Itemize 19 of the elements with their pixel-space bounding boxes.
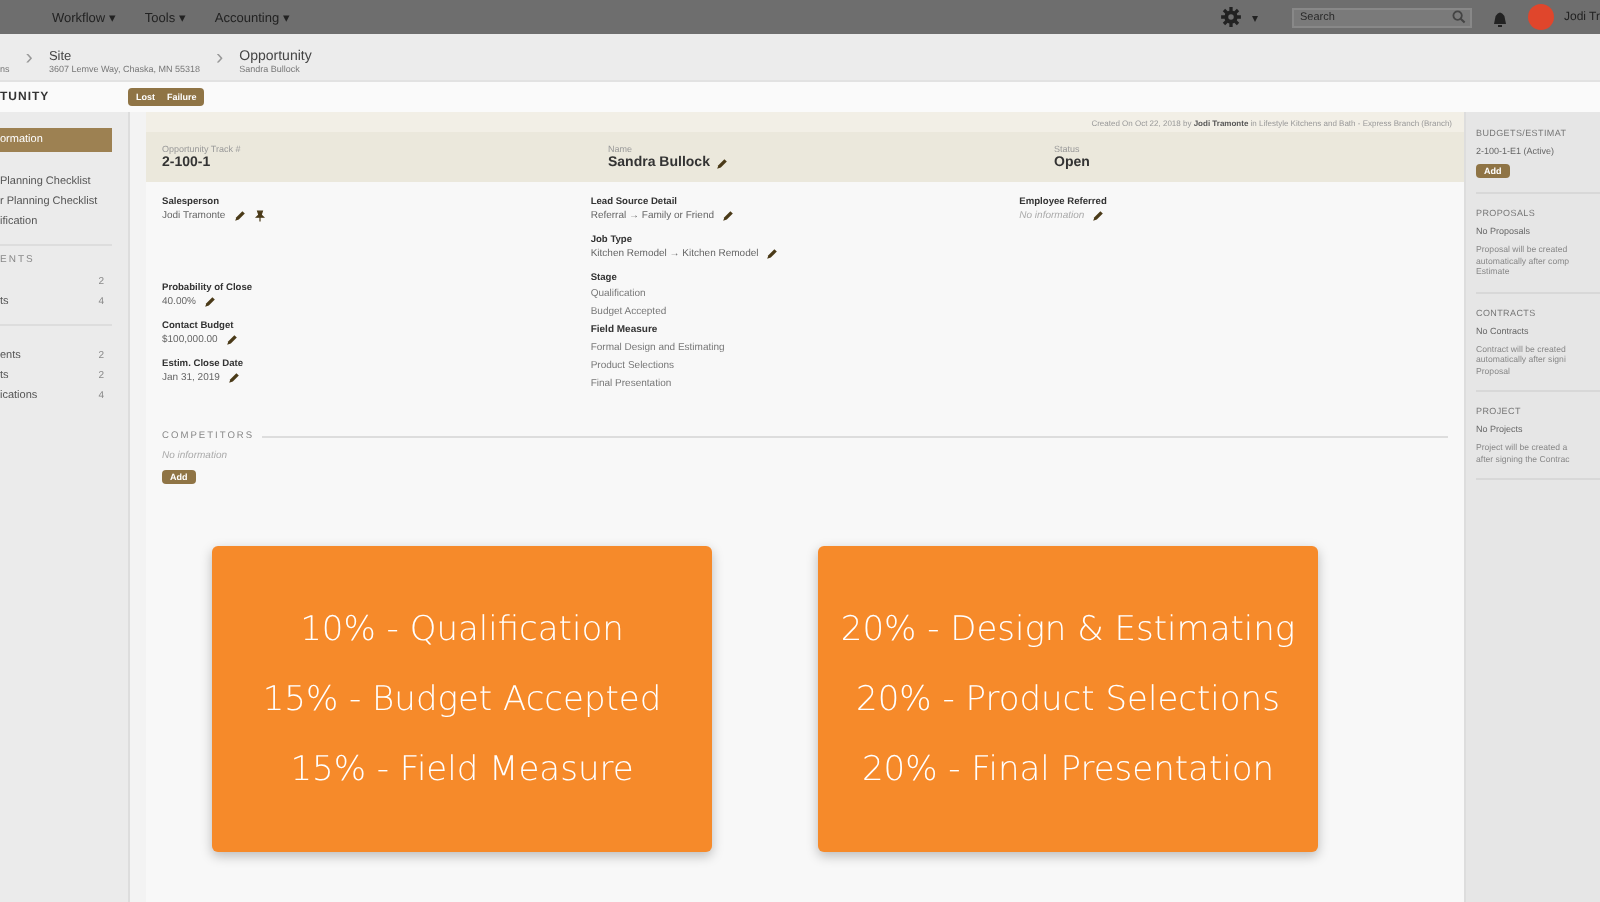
pencil-icon[interactable] [225,334,238,346]
callout-text: 20% - Design & Estimating [840,609,1296,649]
callout-text: 20% - Final Presentation [861,749,1275,789]
pencil-icon[interactable] [722,210,735,222]
settings-icon[interactable] [1219,6,1242,28]
callout-text: 20% - Product Selections [856,679,1280,719]
pencil-icon[interactable] [766,248,779,260]
pencil-icon[interactable] [715,157,728,169]
pencil-icon[interactable] [203,296,216,308]
callout-text: 10% - Qualification [300,609,624,649]
pin-icon[interactable] [253,210,266,222]
chevron-icon: › [25,45,33,69]
pencil-icon[interactable] [1092,210,1105,222]
pencil-icon[interactable] [233,210,246,222]
callout-text: 15% - Field Measure [290,749,634,789]
pencil-icon[interactable] [227,372,240,384]
callout-text: 15% - Budget Accepted [262,679,662,719]
chevron-icon: › [215,45,224,69]
bell-icon[interactable] [1489,7,1510,27]
